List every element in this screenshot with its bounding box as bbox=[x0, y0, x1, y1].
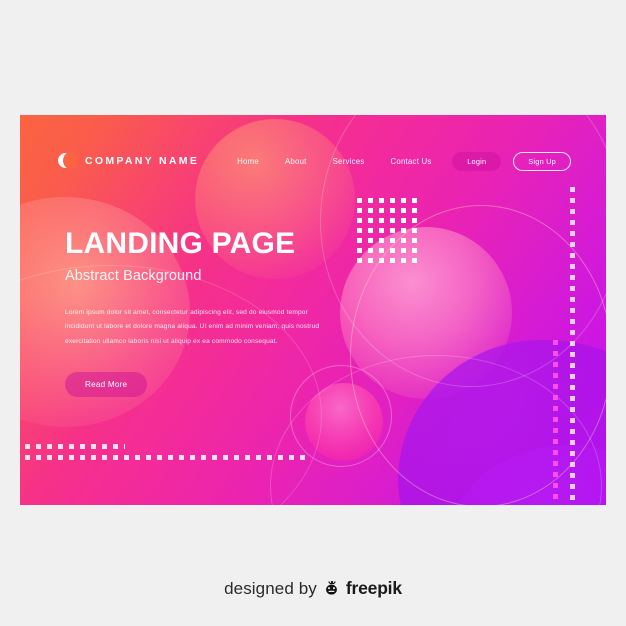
decor-blob-center-circle bbox=[340, 227, 512, 399]
brand-name: COMPANY NAME bbox=[85, 155, 200, 167]
nav-link-about[interactable]: About bbox=[285, 157, 307, 166]
decor-dot bbox=[390, 198, 395, 203]
watermark-brand: freepik bbox=[345, 578, 402, 598]
freepik-watermark: designed by freepik bbox=[0, 578, 626, 599]
landing-page-banner: COMPANY NAME Home About Services Contact… bbox=[20, 115, 606, 505]
decor-dot bbox=[368, 198, 373, 203]
decor-dot bbox=[357, 198, 362, 203]
decor-blob-purple bbox=[398, 340, 606, 505]
watermark-prefix: designed by bbox=[224, 578, 317, 598]
decor-dash-row-lower bbox=[25, 455, 305, 460]
decor-dash-row-upper bbox=[25, 444, 125, 449]
decor-dot bbox=[368, 218, 373, 223]
decor-dot bbox=[390, 208, 395, 213]
decor-dot bbox=[379, 218, 384, 223]
decor-dot bbox=[368, 208, 373, 213]
decor-dot bbox=[357, 248, 362, 253]
decor-dot bbox=[357, 208, 362, 213]
decor-dot bbox=[412, 258, 417, 263]
decor-dot bbox=[357, 258, 362, 263]
nav-link-contact-us[interactable]: Contact Us bbox=[391, 157, 432, 166]
decor-dot bbox=[401, 208, 406, 213]
decor-dot bbox=[412, 208, 417, 213]
decor-dot bbox=[401, 228, 406, 233]
brand-logo[interactable]: COMPANY NAME bbox=[58, 151, 200, 170]
decor-dash-column-outer bbox=[570, 187, 575, 505]
decor-dot bbox=[368, 258, 373, 263]
hero-subtitle: Abstract Background bbox=[65, 267, 202, 284]
decor-dot bbox=[412, 218, 417, 223]
decor-blob-purple-secondary bbox=[452, 445, 606, 505]
decor-dot bbox=[357, 238, 362, 243]
decor-dot bbox=[401, 218, 406, 223]
nav-links: Home About Services Contact Us bbox=[237, 157, 431, 166]
decor-dot bbox=[379, 248, 384, 253]
decor-dot bbox=[390, 228, 395, 233]
decor-dot bbox=[412, 238, 417, 243]
decor-dot bbox=[401, 248, 406, 253]
decor-dot bbox=[412, 228, 417, 233]
nav-link-home[interactable]: Home bbox=[237, 157, 259, 166]
decor-dot bbox=[368, 248, 373, 253]
decor-dot bbox=[390, 248, 395, 253]
navbar: COMPANY NAME Home About Services Contact… bbox=[20, 145, 606, 177]
hero-section: LANDING PAGE Abstract Background Lorem i… bbox=[65, 228, 355, 397]
decor-dot bbox=[390, 238, 395, 243]
read-more-button[interactable]: Read More bbox=[65, 371, 148, 397]
decor-dash-column-inner bbox=[553, 340, 558, 505]
decor-dot bbox=[390, 218, 395, 223]
decor-curve-line-b bbox=[350, 205, 606, 505]
decor-dot bbox=[390, 258, 395, 263]
decor-dot bbox=[379, 208, 384, 213]
hero-title: LANDING PAGE bbox=[65, 227, 296, 260]
decor-dot bbox=[379, 238, 384, 243]
nav-actions: Login Sign Up bbox=[452, 151, 571, 171]
decor-dot bbox=[357, 218, 362, 223]
decor-dot bbox=[412, 248, 417, 253]
freepik-robot-icon bbox=[323, 580, 340, 597]
decor-dot-grid bbox=[357, 198, 423, 268]
nav-link-services[interactable]: Services bbox=[333, 157, 365, 166]
crescent-moon-icon bbox=[58, 151, 78, 170]
decor-dot bbox=[401, 238, 406, 243]
login-button[interactable]: Login bbox=[452, 151, 502, 171]
hero-paragraph: Lorem ipsum dolor sit amet, consectetur … bbox=[65, 308, 320, 346]
decor-dot bbox=[368, 228, 373, 233]
decor-dot bbox=[379, 228, 384, 233]
decor-dot bbox=[379, 198, 384, 203]
decor-dot bbox=[368, 238, 373, 243]
decor-dot bbox=[401, 198, 406, 203]
decor-dot bbox=[357, 228, 362, 233]
signup-button[interactable]: Sign Up bbox=[513, 151, 571, 171]
decor-dot bbox=[401, 258, 406, 263]
decor-dot bbox=[379, 258, 384, 263]
decor-dot bbox=[412, 198, 417, 203]
